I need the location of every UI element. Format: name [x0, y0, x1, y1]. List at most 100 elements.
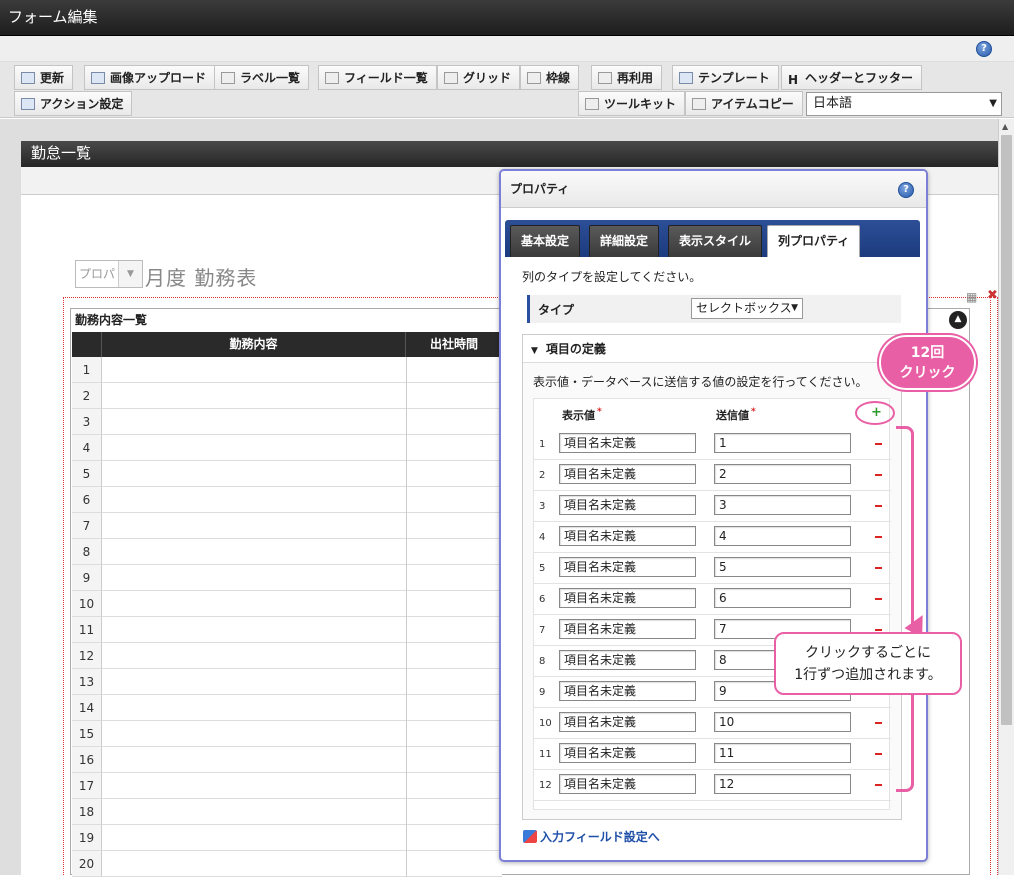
- language-select[interactable]: 日本語 ▼: [806, 92, 1002, 116]
- definition-row: 2 項目名未定義 2: [534, 460, 891, 491]
- table-row[interactable]: [102, 565, 502, 591]
- display-value-input[interactable]: 項目名未定義: [559, 681, 696, 701]
- table-row[interactable]: [102, 747, 502, 773]
- send-value-input[interactable]: 1: [714, 433, 851, 453]
- send-value-input[interactable]: 10: [714, 712, 851, 732]
- table-row[interactable]: [102, 409, 502, 435]
- template-button[interactable]: テンプレート: [672, 65, 779, 90]
- help-icon[interactable]: ?: [898, 182, 914, 198]
- month-select[interactable]: プロパ ▼: [75, 260, 143, 288]
- remove-row-minus-icon[interactable]: [875, 536, 882, 538]
- send-value-input[interactable]: 11: [714, 743, 851, 763]
- table-row[interactable]: [102, 591, 502, 617]
- header-icon: H: [788, 73, 799, 87]
- table-row[interactable]: [102, 435, 502, 461]
- table-row-number: 13: [72, 669, 102, 695]
- delete-icon[interactable]: ✖: [987, 288, 998, 303]
- column-divider: [406, 825, 407, 851]
- remove-row-minus-icon[interactable]: [875, 505, 882, 507]
- display-value-input[interactable]: 項目名未定義: [559, 650, 696, 670]
- definition-row-number: 1: [539, 439, 546, 450]
- table-row[interactable]: [102, 825, 502, 851]
- help-icon[interactable]: ?: [976, 41, 992, 57]
- type-select[interactable]: セレクトボックス ▼: [691, 298, 803, 319]
- selection-frame-edge: [990, 300, 991, 875]
- definition-row: 5 項目名未定義 5: [534, 553, 891, 584]
- toolkit-button[interactable]: ツールキット: [578, 91, 686, 116]
- table-row[interactable]: [102, 539, 502, 565]
- display-value-input[interactable]: 項目名未定義: [559, 464, 696, 484]
- table-row[interactable]: [102, 695, 502, 721]
- update-button[interactable]: 更新: [14, 65, 74, 90]
- send-value-input[interactable]: 6: [714, 588, 851, 608]
- vertical-scrollbar[interactable]: ▲: [998, 119, 1014, 875]
- table-row[interactable]: [102, 357, 502, 383]
- tab-display-style[interactable]: 表示スタイル: [668, 225, 763, 257]
- input-field-settings-link[interactable]: 入力フィールド設定へ: [523, 828, 660, 845]
- tab-basic-settings[interactable]: 基本設定: [510, 225, 581, 257]
- display-value-input[interactable]: 項目名未定義: [559, 588, 696, 608]
- remove-row-minus-icon[interactable]: [875, 722, 882, 724]
- display-value-input[interactable]: 項目名未定義: [559, 619, 696, 639]
- table-row[interactable]: [102, 617, 502, 643]
- image-upload-button[interactable]: 画像アップロード: [84, 65, 216, 90]
- click-count-line1: 12回: [910, 345, 945, 361]
- table-row[interactable]: [102, 643, 502, 669]
- table-row[interactable]: [102, 513, 502, 539]
- remove-row-minus-icon[interactable]: [875, 443, 882, 445]
- table-row[interactable]: [102, 383, 502, 409]
- item-copy-button[interactable]: アイテムコピー: [685, 91, 803, 116]
- display-value-input[interactable]: 項目名未定義: [559, 526, 696, 546]
- reuse-button[interactable]: 再利用: [591, 65, 663, 90]
- table-row[interactable]: [102, 721, 502, 747]
- update-label: 更新: [40, 71, 65, 85]
- table-row[interactable]: [102, 799, 502, 825]
- field-list-button[interactable]: フィールド一覧: [318, 65, 437, 90]
- action-settings-label: アクション設定: [40, 97, 124, 111]
- table-row-number: 8: [72, 539, 102, 565]
- display-value-input[interactable]: 項目名未定義: [559, 712, 696, 732]
- send-value-input[interactable]: 5: [714, 557, 851, 577]
- header-footer-button[interactable]: H ヘッダーとフッター: [781, 65, 923, 90]
- scroll-up-icon[interactable]: ▲: [1002, 122, 1008, 131]
- border-button[interactable]: 枠線: [520, 65, 580, 90]
- table-row[interactable]: [102, 851, 502, 877]
- table-row[interactable]: [102, 487, 502, 513]
- table-row[interactable]: [102, 773, 502, 799]
- grid-button[interactable]: グリッド: [437, 65, 521, 90]
- remove-row-minus-icon[interactable]: [875, 629, 882, 631]
- send-value-input[interactable]: 2: [714, 464, 851, 484]
- panel-description: 列のタイプを設定してください。: [522, 270, 702, 284]
- remove-row-minus-icon[interactable]: [875, 567, 882, 569]
- display-value-input[interactable]: 項目名未定義: [559, 495, 696, 515]
- display-value-input[interactable]: 項目名未定義: [559, 557, 696, 577]
- display-value-input[interactable]: 項目名未定義: [559, 774, 696, 794]
- column-divider: [406, 721, 407, 747]
- month-title: 月度 勤務表: [145, 266, 258, 290]
- table-row[interactable]: [102, 461, 502, 487]
- section-description: 表示値・データベースに送信する値の設定を行ってください。: [533, 375, 868, 389]
- label-list-button[interactable]: ラベル一覧: [214, 65, 310, 90]
- send-value-input[interactable]: 3: [714, 495, 851, 515]
- send-value-input[interactable]: 12: [714, 774, 851, 794]
- section-header[interactable]: ▼ 項目の定義: [523, 335, 901, 363]
- table-row[interactable]: [102, 669, 502, 695]
- definition-row: 3 項目名未定義 3: [534, 491, 891, 522]
- tab-detail-settings[interactable]: 詳細設定: [589, 225, 660, 257]
- scroll-thumb[interactable]: [1001, 135, 1012, 725]
- send-value-input[interactable]: 4: [714, 526, 851, 546]
- column-divider: [406, 695, 407, 721]
- remove-row-minus-icon[interactable]: [875, 753, 882, 755]
- window-title: フォーム編集: [0, 0, 1014, 36]
- tab-bar: 基本設定 詳細設定 表示スタイル 列プロパティ: [505, 220, 920, 257]
- remove-row-minus-icon[interactable]: [875, 784, 882, 786]
- display-value-input[interactable]: 項目名未定義: [559, 743, 696, 763]
- table-row-number: 3: [72, 409, 102, 435]
- action-settings-button[interactable]: アクション設定: [14, 91, 133, 116]
- tab-column-properties[interactable]: 列プロパティ: [767, 225, 861, 257]
- display-value-input[interactable]: 項目名未定義: [559, 433, 696, 453]
- remove-row-minus-icon[interactable]: [875, 598, 882, 600]
- grid-edit-icon[interactable]: ▦: [966, 290, 977, 304]
- collapse-up-icon[interactable]: ▲: [949, 311, 967, 329]
- remove-row-minus-icon[interactable]: [875, 474, 882, 476]
